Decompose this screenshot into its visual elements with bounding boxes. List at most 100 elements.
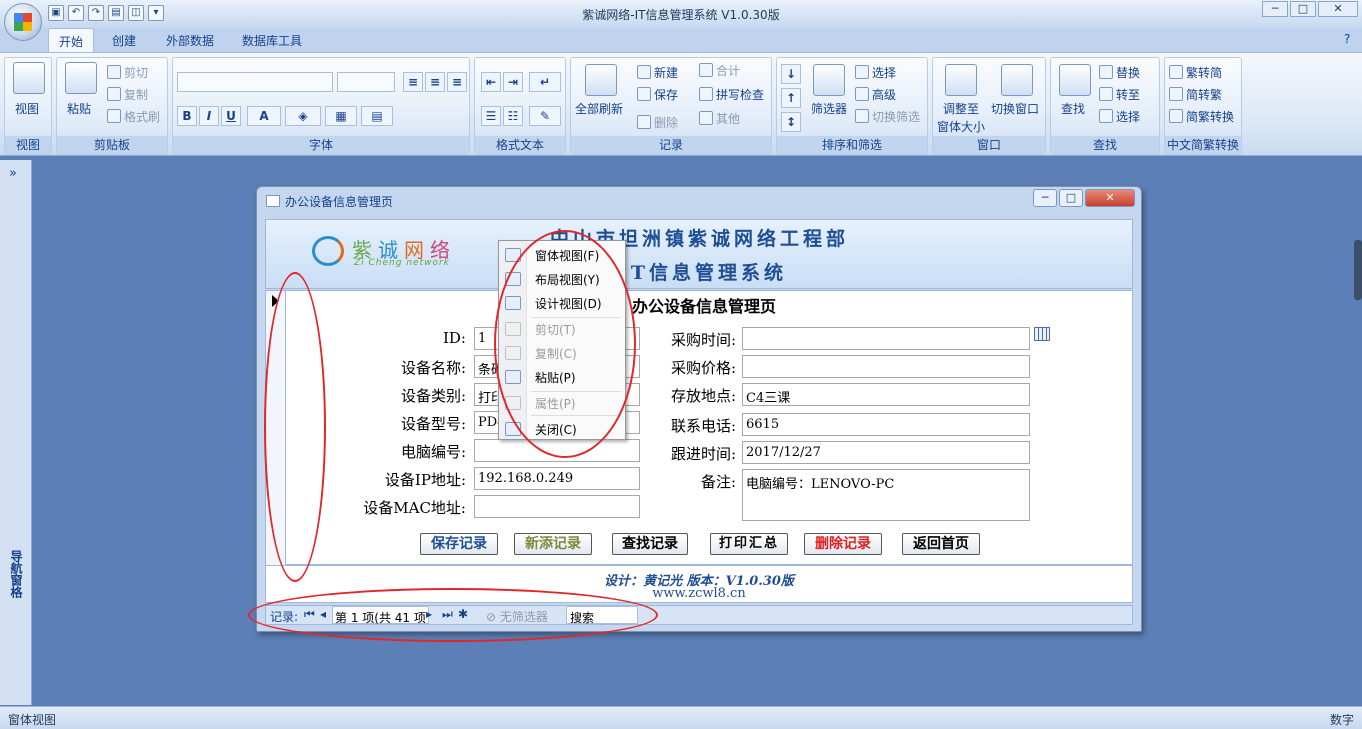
navigation-pane[interactable]: » 导航窗格 [0, 160, 32, 705]
field-follow-time[interactable]: 2017/12/27 [742, 441, 1030, 464]
field-location[interactable]: C4三课 [742, 383, 1030, 406]
menu-item-properties[interactable]: 属性(P) [535, 395, 576, 412]
toggle-filter-button[interactable]: 切换筛选 [855, 108, 920, 125]
maximize-icon[interactable]: □ [1290, 1, 1316, 17]
numbering-icon[interactable]: ☰ [481, 106, 501, 126]
menu-item-close[interactable]: 关闭(C) [535, 421, 577, 438]
rtl-icon[interactable]: ↵ [529, 72, 561, 92]
fit-form-icon [945, 64, 977, 96]
save-record-button[interactable]: 保存记录 [420, 533, 498, 555]
save-record-button[interactable]: 保存 [637, 86, 678, 103]
field-purchase-price[interactable] [742, 355, 1030, 378]
conversion-button[interactable]: 简繁转换 [1169, 108, 1234, 125]
tab-home[interactable]: 开始 [48, 28, 95, 52]
trad-to-simp-button[interactable]: 繁转简 [1169, 64, 1222, 81]
website[interactable]: www.zcwl8.cn [266, 586, 1132, 601]
tab-create[interactable]: 创建 [102, 28, 146, 52]
find-record-button[interactable]: 查找记录 [612, 533, 688, 555]
no-filter-button[interactable]: ⊘ 无筛选器 [486, 608, 548, 625]
indent-increase-icon[interactable]: ⇥ [503, 72, 523, 92]
menu-item-cut[interactable]: 剪切(T) [535, 321, 576, 338]
align-left-icon[interactable]: ≡ [403, 72, 423, 92]
find-button[interactable]: 查找 [1061, 100, 1085, 117]
tab-external-data[interactable]: 外部数据 [156, 28, 224, 52]
sort-ascending-icon[interactable]: ↓ [781, 64, 801, 84]
calendar-icon[interactable] [1034, 327, 1050, 341]
font-color-button[interactable]: A [247, 106, 281, 126]
delete-record-button[interactable]: 删除记录 [804, 533, 882, 555]
navigation-pane-label[interactable]: 导航窗格 [8, 550, 25, 598]
label-id: ID: [442, 329, 466, 347]
tab-database-tools[interactable]: 数据库工具 [232, 28, 312, 52]
advanced-filter-button[interactable]: 高级 [855, 86, 896, 103]
fill-color-icon[interactable]: ◈ [285, 106, 321, 126]
menu-item-copy[interactable]: 复制(C) [535, 345, 577, 362]
replace-button[interactable]: 替换 [1099, 64, 1140, 81]
align-center-icon[interactable]: ≡ [425, 72, 445, 92]
field-mac[interactable] [474, 495, 640, 518]
last-record-icon[interactable]: ⏭ [442, 607, 453, 622]
expand-chevron-icon[interactable]: » [9, 166, 17, 181]
field-phone[interactable]: 6615 [742, 413, 1030, 436]
clear-sort-icon[interactable]: ↕ [781, 112, 801, 132]
filter-button[interactable]: 筛选器 [811, 100, 847, 117]
alt-fill-icon[interactable]: ▤ [361, 106, 393, 126]
cut-button[interactable]: 剪切 [107, 64, 148, 81]
copy-button[interactable]: 复制 [107, 86, 148, 103]
font-size-combo[interactable] [337, 72, 395, 92]
minimize-icon[interactable]: ─ [1262, 1, 1288, 17]
menu-item-layout-view[interactable]: 布局视图(Y) [535, 271, 600, 288]
select-button[interactable]: 选择 [1099, 108, 1140, 125]
italic-button[interactable]: I [199, 106, 219, 126]
menu-item-form-view[interactable]: 窗体视图(F) [535, 247, 599, 264]
ribbon: 视图 视图 粘贴 剪切 复制 格式刷 剪贴板 ≡ ≡ ≡ B I U A ◈ ▦… [0, 52, 1362, 156]
print-summary-button[interactable]: 打印汇总 [710, 533, 788, 555]
help-icon[interactable]: ? [1340, 28, 1354, 52]
new-record-button[interactable]: 新添记录 [514, 533, 592, 555]
fit-form-button[interactable]: 调整至 [943, 100, 979, 117]
form-close-icon[interactable]: ✕ [1085, 189, 1135, 207]
record-position[interactable]: 第 1 项(共 41 项 [332, 606, 429, 625]
totals-button[interactable]: 合计 [699, 62, 740, 79]
gridlines-icon[interactable]: ▦ [325, 106, 357, 126]
menu-item-design-view[interactable]: 设计视图(D) [535, 295, 602, 312]
new-blank-record-icon[interactable]: ✱ [458, 607, 468, 621]
search-input[interactable]: 搜索 [566, 606, 638, 625]
more-button[interactable]: 其他 [699, 110, 740, 127]
view-button[interactable]: 视图 [15, 100, 39, 117]
bullets-icon[interactable]: ☷ [503, 106, 523, 126]
field-purchase-time[interactable] [742, 327, 1030, 350]
first-record-icon[interactable]: ⏮ [304, 607, 315, 622]
format-painter-button[interactable]: 格式刷 [107, 108, 160, 125]
goto-button[interactable]: 转至 [1099, 86, 1140, 103]
simp-to-trad-button[interactable]: 简转繁 [1169, 86, 1222, 103]
indent-decrease-icon[interactable]: ⇤ [481, 72, 501, 92]
bold-button[interactable]: B [177, 106, 197, 126]
menu-item-paste[interactable]: 粘贴(P) [535, 369, 576, 386]
cut-label: 剪切 [124, 66, 149, 80]
prev-record-icon[interactable]: ◂ [320, 607, 326, 621]
align-right-icon[interactable]: ≡ [447, 72, 467, 92]
home-button[interactable]: 返回首页 [902, 533, 980, 555]
switch-window-button[interactable]: 切换窗口 [991, 100, 1039, 117]
delete-record-button[interactable]: 删除 [637, 114, 678, 131]
selection-filter-button[interactable]: 选择 [855, 64, 896, 81]
office-button[interactable] [4, 3, 42, 41]
form-minimize-icon[interactable]: ─ [1033, 189, 1057, 207]
sort-descending-icon[interactable]: ↑ [781, 88, 801, 108]
spelling-button[interactable]: 拼写检查 [699, 86, 764, 103]
font-name-combo[interactable] [177, 72, 333, 92]
form-restore-icon[interactable]: □ [1059, 189, 1083, 207]
new-record-button[interactable]: 新建 [637, 64, 678, 81]
refresh-all-button[interactable]: 全部刷新 [575, 100, 623, 117]
scroll-handle[interactable] [1354, 240, 1362, 300]
form-icon [266, 195, 280, 207]
underline-button[interactable]: U [221, 106, 241, 126]
form-footer: 设计：黄记光 版本：V1.0.30版 www.zcwl8.cn [265, 565, 1133, 603]
next-record-icon[interactable]: ▸ [426, 607, 432, 621]
close-icon[interactable]: ✕ [1318, 1, 1358, 17]
field-remark[interactable]: 电脑编号：LENOVO-PC [742, 469, 1030, 521]
highlight-icon[interactable]: ✎ [529, 106, 561, 126]
paste-button[interactable]: 粘贴 [67, 100, 91, 117]
record-selector[interactable] [266, 291, 286, 566]
